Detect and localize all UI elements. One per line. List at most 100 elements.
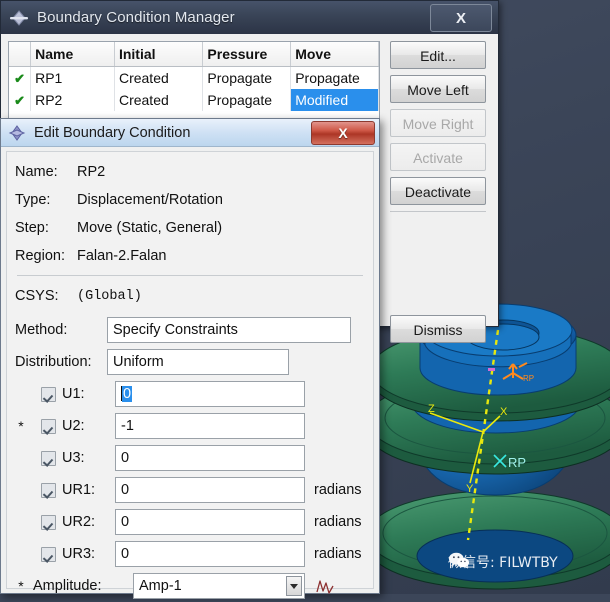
divider (17, 275, 363, 276)
ur1-unit: radians (314, 482, 362, 498)
bcm-title-bar[interactable]: Boundary Condition Manager X (1, 1, 498, 35)
cell-pressure[interactable]: Propagate (202, 89, 292, 111)
ebc-title-bar[interactable]: Edit Boundary Condition X (1, 119, 379, 147)
cell-move-selected[interactable]: Modified (290, 89, 379, 111)
ebc-close-icon: X (338, 125, 348, 141)
u1-value: 0 (122, 386, 133, 402)
amplitude-select[interactable]: Amp-1 (133, 573, 305, 599)
ur2-unit: radians (314, 514, 362, 530)
header-move[interactable]: Move (290, 42, 379, 67)
move-left-button[interactable]: Move Left (390, 75, 486, 103)
amplitude-label: Amplitude: (33, 578, 102, 594)
bcm-close-icon: X (455, 9, 466, 27)
cell-move[interactable]: Propagate (290, 66, 379, 89)
u1-input[interactable]: 0 (115, 381, 305, 407)
svg-text:Y: Y (466, 483, 474, 495)
ur3-checkbox-wrap[interactable]: UR3: (27, 546, 115, 562)
ur1-label: UR1: (62, 482, 96, 498)
table-header-row: Name Initial Pressure Move (9, 42, 379, 67)
distribution-label: Distribution: (15, 354, 92, 370)
u1-label: U1: (62, 386, 85, 402)
magenta-marker (488, 368, 495, 371)
distribution-input[interactable]: Uniform (107, 349, 289, 375)
checkmark-icon: ✔ (14, 92, 25, 108)
u2-star: * (18, 418, 24, 434)
amplitude-star: * (18, 578, 24, 594)
name-label: Name: (15, 164, 58, 180)
table-row[interactable]: ✔ RP1 Created Propagate Propagate (9, 66, 379, 89)
u3-checkbox-wrap[interactable]: U3: (27, 450, 115, 466)
ur2-checkbox-wrap[interactable]: UR2: (27, 514, 115, 530)
svg-text:RP: RP (523, 374, 534, 383)
type-label: Type: (15, 192, 51, 208)
dismiss-button[interactable]: Dismiss (390, 315, 486, 343)
u2-label: U2: (62, 418, 85, 434)
cell-pressure[interactable]: Propagate (202, 66, 292, 89)
cell-name[interactable]: RP2 (30, 89, 115, 111)
u3-checkbox[interactable] (41, 450, 56, 466)
method-row: Method: Specify Constraints (15, 314, 365, 346)
header-initial[interactable]: Initial (114, 42, 204, 67)
row-check[interactable]: ✔ (9, 89, 32, 111)
step-value: Move (Static, General) (77, 220, 223, 236)
distribution-row: Distribution: Uniform (15, 346, 365, 378)
cell-name[interactable]: RP1 (30, 66, 115, 89)
cell-initial[interactable]: Created (114, 89, 204, 111)
row-check[interactable]: ✔ (9, 66, 32, 89)
amplitude-curve-icon[interactable] (315, 577, 337, 595)
amplitude-row: * Amplitude: Amp-1 (15, 570, 365, 602)
header-check (9, 42, 32, 67)
ur1-checkbox[interactable] (41, 482, 56, 498)
edit-boundary-condition-dialog[interactable]: Edit Boundary Condition X Name: RP2 Type… (0, 118, 380, 599)
u3-input[interactable]: 0 (115, 445, 305, 471)
deactivate-button[interactable]: Deactivate (390, 177, 486, 205)
cell-initial[interactable]: Created (114, 66, 204, 89)
amplitude-value: Amp-1 (139, 578, 182, 594)
ebc-title: Edit Boundary Condition (34, 124, 191, 141)
u2-checkbox-wrap[interactable]: U2: (27, 418, 115, 434)
type-row: Type: Displacement/Rotation (15, 186, 365, 214)
dof-row-ur3: UR3: 0 radians (15, 538, 365, 570)
button-separator (390, 211, 486, 212)
csys-row: CSYS: (Global) (15, 282, 365, 310)
u2-checkbox[interactable] (41, 418, 56, 434)
ur2-checkbox[interactable] (41, 514, 56, 530)
ur2-input[interactable]: 0 (115, 509, 305, 535)
chevron-down-icon[interactable] (286, 576, 302, 596)
checkmark-icon: ✔ (14, 70, 25, 86)
ur1-input[interactable]: 0 (115, 477, 305, 503)
region-row: Region: Falan-2.Falan (15, 242, 365, 270)
dof-row-ur2: UR2: 0 radians (15, 506, 365, 538)
u1-checkbox[interactable] (41, 386, 56, 402)
ur3-label: UR3: (62, 546, 96, 562)
svg-text:RP: RP (508, 455, 526, 470)
bcm-close-button[interactable]: X (430, 4, 492, 32)
svg-text:Z: Z (428, 403, 435, 415)
dof-row-u3: U3: 0 (15, 442, 365, 474)
ur1-checkbox-wrap[interactable]: UR1: (27, 482, 115, 498)
ebc-content: Name: RP2 Type: Displacement/Rotation St… (6, 151, 374, 599)
wechat-icon (448, 552, 470, 569)
abaqus-diamond-icon (7, 124, 27, 141)
name-row: Name: RP2 (15, 158, 365, 186)
method-label: Method: (15, 322, 68, 338)
bc-table: Name Initial Pressure Move ✔ RP1 Created… (9, 42, 379, 111)
method-input[interactable]: Specify Constraints (107, 317, 351, 343)
dof-row-ur1: UR1: 0 radians (15, 474, 365, 506)
ur3-checkbox[interactable] (41, 546, 56, 562)
u2-input[interactable]: -1 (115, 413, 305, 439)
table-row[interactable]: ✔ RP2 Created Propagate Modified (9, 89, 379, 111)
header-name[interactable]: Name (30, 42, 115, 67)
header-pressure[interactable]: Pressure (202, 42, 292, 67)
activate-button: Activate (390, 143, 486, 171)
ebc-close-button[interactable]: X (311, 121, 375, 145)
u1-checkbox-wrap[interactable]: U1: (27, 386, 115, 402)
edit-button[interactable]: Edit... (390, 41, 486, 69)
csys-value: (Global) (77, 288, 142, 304)
ur3-input[interactable]: 0 (115, 541, 305, 567)
step-row: Step: Move (Static, General) (15, 214, 365, 242)
type-value: Displacement/Rotation (77, 192, 223, 208)
u3-label: U3: (62, 450, 85, 466)
svg-text:X: X (500, 406, 508, 418)
region-value[interactable]: Falan-2.Falan (77, 248, 166, 264)
